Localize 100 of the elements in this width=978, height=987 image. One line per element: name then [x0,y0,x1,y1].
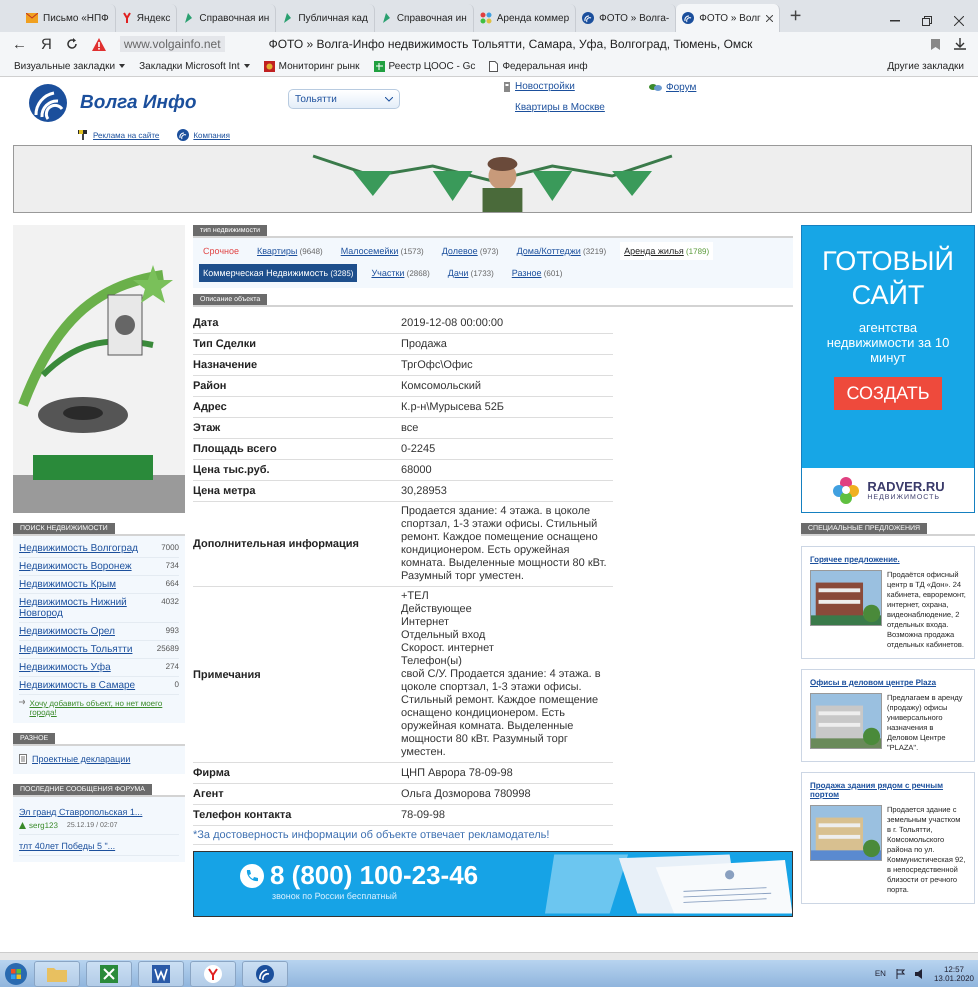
bookmark-icon[interactable] [931,38,940,50]
offer-title-link[interactable]: Офисы в деловом центре Plaza [810,678,966,687]
other-bookmarks[interactable]: Другие закладки [887,60,964,72]
property-type-link[interactable]: Долевое (973) [438,242,503,260]
city-link[interactable]: Недвижимость Крым [19,579,116,590]
city-link[interactable]: Недвижимость Орел [19,626,115,637]
forum-user[interactable]: serg123 [29,821,58,830]
waves-logo-icon [682,12,694,24]
reload-icon[interactable] [66,38,78,50]
property-type-link[interactable]: Малосемейки (1573) [336,242,428,260]
chevron-icon [385,96,393,102]
nav-link[interactable]: Квартиры в Москве [515,102,648,113]
bookmark-item[interactable]: Федеральная инф [489,60,588,72]
waves-app-icon[interactable] [255,964,275,984]
listing-count: 25689 [156,644,179,655]
property-type-link[interactable]: Срочное [199,242,243,260]
download-icon[interactable] [954,38,966,50]
offer-title-link[interactable]: Горячее предложение. [810,555,966,564]
property-type-link[interactable]: Аренда жилья (1789) [620,242,714,260]
minimize-icon[interactable] [890,20,900,22]
field-label: Площадь всего [193,442,278,457]
forum-topic-link[interactable]: Эл гранд Ставропольская 1... [19,807,179,817]
city-link[interactable]: Недвижимость Воронеж [19,561,132,572]
property-type-link[interactable]: Квартиры (9648) [252,242,327,260]
envelope-icon [26,13,38,23]
language-indicator[interactable]: EN [874,969,886,978]
browser-app-icon[interactable] [203,964,223,984]
field-label: Район [193,379,228,394]
field-label: Агент [193,787,225,802]
field-value: Продажа [401,336,448,352]
city-link[interactable]: Недвижимость Нижний Новгород [19,597,156,619]
browser-tab[interactable]: ФОТО » Волг [676,4,780,32]
paint-roller-icon [78,130,89,140]
close-icon[interactable] [954,16,964,26]
speaker-icon[interactable] [914,968,924,978]
listing-count: 4032 [161,597,179,608]
ad-brand: RADVER.RU [867,479,945,494]
field-label: Этаж [193,421,222,436]
close-icon[interactable] [766,14,773,22]
offer-title-link[interactable]: Продажа здания рядом с речным портом [810,781,966,799]
leaf-icon [380,12,392,24]
bookmark-item[interactable]: Закладки Microsoft Int [139,60,250,72]
property-type-link[interactable]: Коммерческая Недвижимость (3285) [199,264,358,282]
city-select[interactable]: Тольятти [288,89,400,109]
field-label: Телефон контакта [193,808,292,823]
city-link[interactable]: Недвижимость в Самаре [19,680,136,691]
property-type-link[interactable]: Участки (2868) [367,264,434,282]
bookmark-item[interactable]: Мониторинг рынк [264,60,360,72]
warning-icon[interactable] [92,38,106,50]
chat-bubbles-icon [648,83,662,92]
start-orb-icon[interactable] [4,962,28,986]
clock-time[interactable]: 12:57 [944,964,964,974]
bookmark-item[interactable]: Визуальные закладки [14,60,126,72]
field-value: все [401,420,420,436]
logo-text[interactable]: Волга Инфо [80,92,196,114]
document-app-icon[interactable] [152,964,170,982]
user-icon [19,822,26,829]
city-link[interactable]: Недвижимость Волгоград [19,543,138,554]
city-link[interactable]: Недвижимость Тольятти [19,644,132,655]
listing-count: 993 [166,626,179,637]
field-value: ЦНП Аврора 78-09-98 [401,766,514,780]
flag-icon[interactable] [896,968,905,978]
field-value: 0-2245 [401,442,436,456]
listing-count: 734 [166,561,179,572]
property-type-link[interactable]: Дачи (1733) [444,264,498,282]
field-label: Фирма [193,766,231,781]
forum-topic-link[interactable]: тлт 40лет Победы 5 "... [19,841,179,851]
nav-link[interactable]: Новостройки [503,81,648,92]
arrow-icon [19,699,26,705]
create-button[interactable]: СОЗДАТЬ [834,377,942,410]
city-link[interactable]: Недвижимость Уфа [19,662,111,673]
crest-icon [264,60,275,72]
document-icon [19,754,27,764]
building-icon [503,82,511,92]
url-domain[interactable]: www.volgainfo.net [120,36,225,52]
clock-date[interactable]: 13.01.2020 [934,974,974,982]
back-button[interactable]: ← [12,36,27,52]
header-link[interactable]: Реклама на сайте [93,130,160,140]
field-label: Цена тыс.руб. [193,463,271,478]
field-label: Адрес [193,400,228,415]
new-tab-button[interactable]: + [790,5,802,28]
field-value: 2019-12-08 00:00:00 [401,316,504,330]
yandex-button[interactable]: Я [41,36,52,52]
field-label: Назначение [193,358,258,373]
disclaimer-text: *За достоверность информации об объекте отвечает рекламодатель! [193,826,613,845]
spreadsheet-icon [374,60,385,72]
restore-icon[interactable] [922,16,932,26]
property-type-link[interactable]: Разное (601) [508,264,566,282]
add-object-link[interactable]: Хочу добавить объект, но нет моего города! [29,699,179,717]
listing-count: 7000 [161,543,179,554]
phone-number: 8 (800) 100-23-46 [270,860,478,891]
horizontal-scrollbar[interactable] [0,952,978,960]
bookmark-item[interactable]: Реестр ЦООС - Gc [374,60,476,72]
nav-link[interactable]: Форум [648,82,696,93]
spreadsheet-app-icon[interactable] [100,964,118,982]
field-label: Цена метра [193,484,256,499]
field-value: +ТЕЛ Действующее Интернет Отдельный вход Скорост. интернет Телефон(ы) свой С/У. Продается здание: 4 этажа. в цоколе спортзал, 1-3 этажи офисы. Стильный ремонт. Каждое помещение оснащено кондиционером. Есть оружейная комната. Выделенные мощности 80 кВт. Разумный торг уместен. [401,589,602,760]
misc-link[interactable]: Проектные декларации [32,754,130,764]
property-type-link[interactable]: Дома/Коттеджи (3219) [512,242,610,260]
header-link[interactable]: Компания [193,130,230,140]
